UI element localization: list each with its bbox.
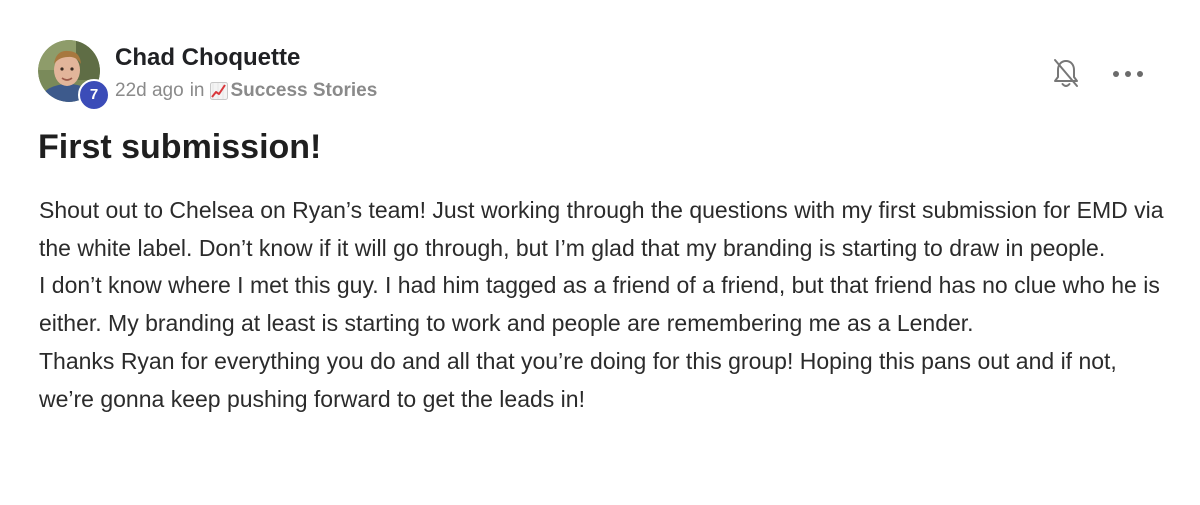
author-avatar-wrapper[interactable]: 7 — [38, 40, 110, 111]
chart-increasing-emoji-icon — [210, 82, 229, 100]
more-horizontal-icon[interactable] — [1113, 64, 1143, 84]
meta-in-label: in — [189, 80, 205, 101]
level-badge: 7 — [78, 79, 110, 111]
bell-off-icon[interactable] — [1052, 58, 1080, 90]
post-paragraph: I don’t know where I met this guy. I had… — [39, 272, 1160, 337]
post-paragraph: Thanks Ryan for everything you do and al… — [39, 347, 1117, 412]
more-dot — [1113, 71, 1119, 77]
category-link[interactable]: Success Stories — [210, 80, 377, 102]
author-name[interactable]: Chad Choquette — [115, 44, 300, 72]
post-card: 7 Chad Choquette 22d ago in Success Stor… — [0, 0, 1200, 505]
more-dot — [1125, 71, 1131, 77]
post-time[interactable]: 22d ago — [115, 80, 184, 102]
post-body: Shout out to Chelsea on Ryan’s team! Jus… — [39, 192, 1164, 418]
post-title: First submission! — [38, 128, 322, 166]
category-label: Success Stories — [230, 80, 378, 101]
more-dot — [1137, 71, 1143, 77]
post-paragraph: Shout out to Chelsea on Ryan’s team! Jus… — [39, 197, 1164, 261]
post-meta: 22d ago in Success Stories — [115, 80, 377, 102]
